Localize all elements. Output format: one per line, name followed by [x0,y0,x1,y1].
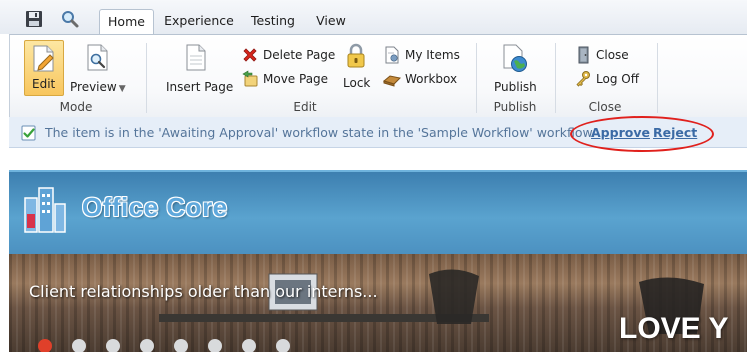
insert-page-label: Insert Page [166,80,234,94]
delete-page-label: Delete Page [263,48,336,62]
my-items-label: My Items [405,48,460,62]
save-button[interactable] [24,9,44,29]
close-label: Close [596,48,629,62]
preview-page-icon [87,44,108,71]
search-button[interactable] [60,9,80,29]
floppy-disk-icon [26,11,42,27]
move-page-label: Move Page [263,72,329,86]
edit-label: Edit [32,77,56,91]
move-page-button[interactable]: Move Page [241,69,328,89]
hero-banner: Client relationships older than our inte… [9,254,747,352]
workbox-button[interactable]: Workbox [383,69,457,89]
close-group-label: Close [588,100,622,114]
key-icon [576,71,590,87]
group-divider [657,43,658,113]
group-divider [146,43,147,113]
highlight-ring-annotation [570,116,714,152]
tab-testing[interactable]: Testing [245,9,301,34]
publish-globe-icon [503,44,527,72]
tab-experience[interactable]: Experience [161,9,237,34]
insert-page-button[interactable]: Insert Page [160,40,234,96]
log-off-label: Log Off [596,72,639,86]
workbox-icon [383,75,401,87]
hero-tagline: Client relationships older than our inte… [29,282,378,301]
red-x-icon [243,48,257,62]
log-off-button[interactable]: Log Off [574,69,639,89]
edit-mode-button[interactable]: Edit [24,40,64,96]
preview-button[interactable]: Preview ▼ [70,40,126,96]
edit-group-label: Edit [293,100,317,114]
mode-group-label: Mode [59,100,93,114]
tab-home[interactable]: Home [99,9,154,35]
publish-label: Publish [494,80,537,94]
lock-label: Lock [343,76,371,90]
my-items-icon [385,46,399,64]
chevron-down-icon: ▼ [118,84,126,94]
ribbon-tab-strip: Home Experience Testing View [0,0,747,35]
group-divider [476,43,477,113]
move-page-icon [242,70,258,87]
ribbon-panel: Edit Preview ▼ Mode Insert Page Delete Pa… [9,34,747,117]
close-door-icon [578,46,589,64]
publish-button[interactable]: Publish [488,40,542,96]
workbox-label: Workbox [405,72,458,86]
office-core-logo-icon [24,187,66,233]
tab-view[interactable]: View [310,9,352,34]
site-logo-text[interactable]: Office Core [82,192,228,223]
lock-button[interactable]: Lock [340,43,372,95]
group-divider [555,43,556,113]
publish-group-label: Publish [493,100,537,114]
my-items-button[interactable]: My Items [383,45,460,65]
preview-label: Preview [70,80,117,94]
page-icon [186,44,206,71]
pencil-page-icon [33,45,54,72]
close-button[interactable]: Close [574,45,629,65]
padlock-icon [347,43,365,68]
workflow-check-icon [21,125,36,141]
hero-headline: LOVE Y [619,312,729,345]
workflow-message: The item is in the 'Awaiting Approval' w… [45,125,596,140]
site-header: Office Core [9,170,747,256]
magnifier-icon [62,11,79,28]
delete-page-button[interactable]: Delete Page [241,45,335,65]
